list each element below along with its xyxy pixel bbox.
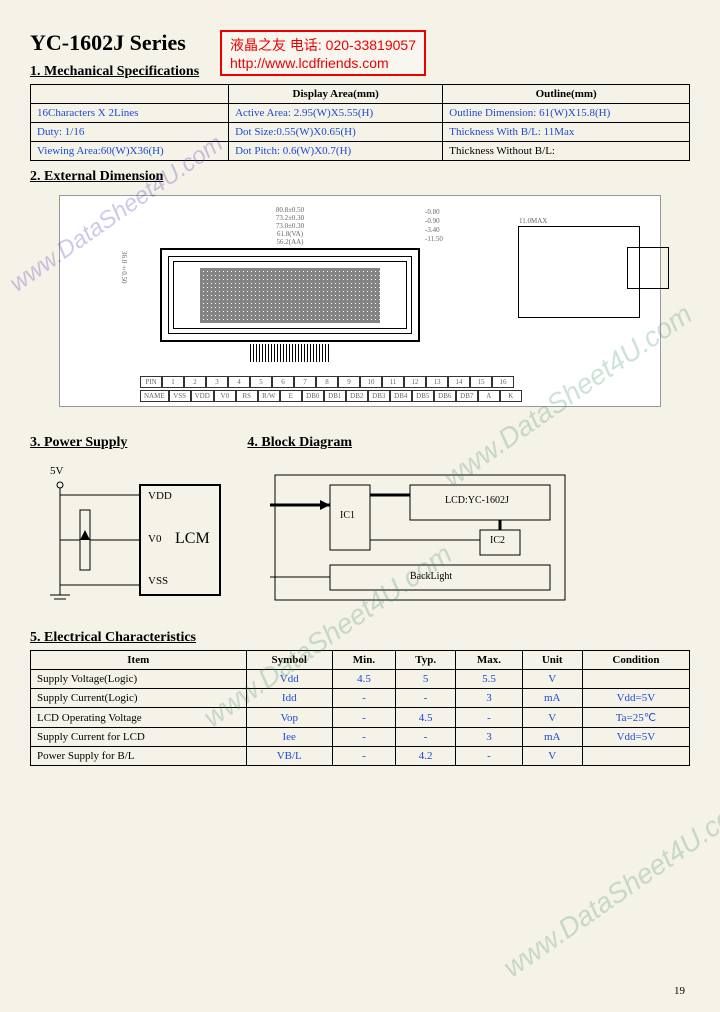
mech-h2: Outline(mm) (443, 85, 690, 104)
mech-r1c1: Dot Size:0.55(W)X0.65(H) (229, 123, 443, 142)
power-supply-diagram: 5V VDD V0 LCM VSS (30, 465, 230, 605)
sec2-title: 2. External Dimension (30, 169, 690, 185)
block-diagram: IC1 LCD:YC-1602J IC2 BackLight (270, 465, 570, 605)
electrical-table: Item Symbol Min. Typ. Max. Unit Conditio… (30, 650, 690, 766)
stamp-line2: http://www.lcdfriends.com (230, 55, 416, 71)
external-dimension-drawing: 80.8±0.50 73.2±0.30 73.0±0.30 61.8(VA) 5… (59, 195, 661, 407)
pin-table: PIN 12345678910111213141516 (140, 376, 540, 388)
vendor-stamp: 液晶之友 电话: 020-33819057 http://www.lcdfrie… (220, 30, 426, 76)
mech-r1c0: Duty: 1/16 (31, 123, 229, 142)
mech-r0c0: 16Characters X 2Lines (31, 104, 229, 123)
mech-r0c2: Outline Dimension: 61(W)X15.8(H) (443, 104, 690, 123)
pin-names: NAME VSSVDDV0RSR/WEDB0DB1DB2DB3DB4DB5DB6… (140, 390, 540, 402)
sec3-title: 3. Power Supply (30, 435, 127, 451)
sec4-title: 4. Block Diagram (247, 435, 352, 451)
sec5-title: 5. Electrical Characteristics (30, 630, 690, 646)
mech-h1: Display Area(mm) (229, 85, 443, 104)
stamp-line1: 液晶之友 电话: 020-33819057 (230, 35, 416, 55)
mech-r2c0: Viewing Area:60(W)X36(H) (31, 142, 229, 161)
page-number: 19 (674, 985, 685, 997)
watermark: www.DataSheet4U.com (498, 788, 720, 984)
dot-matrix-area (200, 268, 380, 323)
mech-r0c1: Active Area: 2.95(W)X5.55(H) (229, 104, 443, 123)
mech-h0 (31, 85, 229, 104)
mech-spec-table: Display Area(mm) Outline(mm) 16Character… (30, 84, 690, 161)
mech-r2c1: Dot Pitch: 0.6(W)X0.7(H) (229, 142, 443, 161)
mech-r1c2: Thickness With B/L: 11Max (443, 123, 690, 142)
mech-r2c2: Thickness Without B/L: (443, 142, 690, 161)
